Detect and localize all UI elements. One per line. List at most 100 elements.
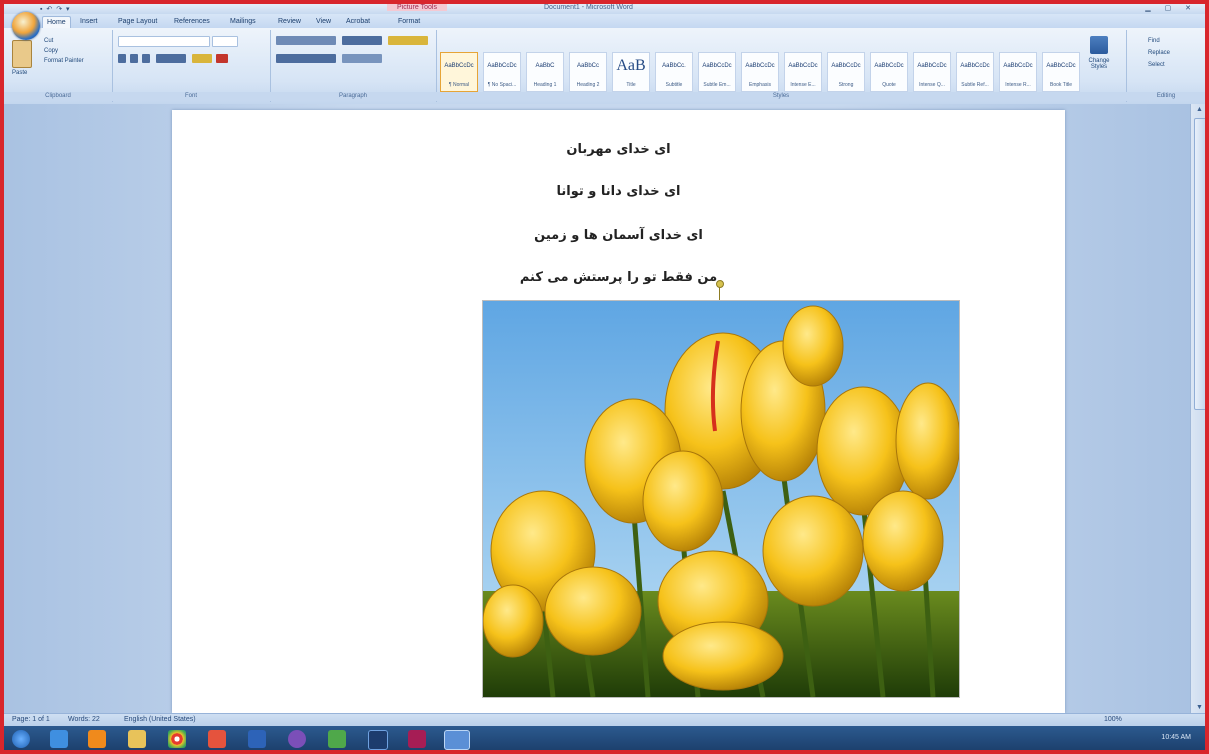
paste-label: Paste [12, 70, 28, 76]
format-painter-button[interactable]: Format Painter [44, 58, 84, 64]
scroll-thumb[interactable] [1194, 118, 1205, 410]
tulip-picture[interactable] [482, 300, 960, 698]
scroll-down-icon[interactable]: ▼ [1196, 704, 1203, 711]
editing-group-label: Editing [1126, 92, 1205, 101]
style-name: Subtle Ref... [961, 82, 989, 88]
taskbar-clock[interactable]: 10:45 AM [1161, 734, 1191, 741]
screenshot-frame: ▪ ↶ ↷ ▾ Picture Tools Document1 - Micros… [0, 0, 1209, 754]
style-sample: AaBbCcDc [487, 63, 517, 69]
highlight-icon[interactable] [192, 54, 212, 63]
language-indicator[interactable]: English (United States) [124, 716, 196, 723]
list-icons[interactable] [276, 36, 336, 45]
style-intense-q[interactable]: AaBbCcDc Intense Q... [913, 52, 951, 92]
viber-icon[interactable] [288, 730, 306, 748]
style-subtle-ref[interactable]: AaBbCcDc Subtle Ref... [956, 52, 994, 92]
tab-view[interactable]: View [312, 16, 335, 27]
chrome-icon[interactable] [168, 730, 186, 748]
style-name: Intense R... [1005, 82, 1031, 88]
italic-icon[interactable] [130, 54, 138, 63]
style-title[interactable]: AaB Title [612, 52, 650, 92]
title-bar: ▪ ↶ ↷ ▾ Picture Tools Document1 - Micros… [4, 4, 1205, 14]
page-count[interactable]: Page: 1 of 1 [12, 716, 50, 723]
word-icon[interactable] [248, 730, 266, 748]
document-page[interactable]: ای خدای مهربان ای خدای دانا و توانا ای خ… [172, 110, 1065, 713]
font-group-label: Font [112, 92, 270, 101]
style-sample: AaBbCcDc [702, 63, 732, 69]
font-name-combo[interactable] [118, 36, 210, 47]
replace-button[interactable]: Replace [1148, 50, 1170, 56]
text-effects-icons[interactable] [156, 54, 186, 63]
word-count[interactable]: Words: 22 [68, 716, 100, 723]
ie-icon[interactable] [50, 730, 68, 748]
cut-button[interactable]: Cut [44, 38, 53, 44]
indesign-icon[interactable] [408, 730, 426, 748]
style-sample: AaBbCcDc [917, 63, 947, 69]
scroll-up-icon[interactable]: ▲ [1196, 106, 1203, 113]
style-intense-e[interactable]: AaBbCcDc Intense E... [784, 52, 822, 92]
style-sample: AaBbCcDc [874, 63, 904, 69]
style-heading-2[interactable]: AaBbCc Heading 2 [569, 52, 607, 92]
underline-icon[interactable] [142, 54, 150, 63]
office-button-icon[interactable] [12, 12, 40, 40]
ribbon: Paste Cut Copy Format Painter Clipboard … [4, 28, 1205, 105]
style-subtitle[interactable]: AaBbCc. Subtitle [655, 52, 693, 92]
style-normal[interactable]: AaBbCcDc ¶ Normal [440, 52, 478, 92]
explorer-icon[interactable] [128, 730, 146, 748]
media-player-icon[interactable] [88, 730, 106, 748]
style-name: Quote [882, 82, 896, 88]
clipboard-group-label: Clipboard [4, 92, 112, 101]
style-subtle-em[interactable]: AaBbCcDc Subtle Em... [698, 52, 736, 92]
document-workspace: ای خدای مهربان ای خدای دانا و توانا ای خ… [4, 104, 1190, 713]
style-sample: AaBbCc [576, 63, 599, 69]
style-book-title[interactable]: AaBbCcDc Book Title [1042, 52, 1080, 92]
tab-page-layout[interactable]: Page Layout [114, 16, 161, 27]
photoshop-icon[interactable] [368, 730, 388, 750]
text-line-4[interactable]: من فقط تو را پرستش می کنم [172, 270, 1065, 285]
store-icon[interactable] [328, 730, 346, 748]
select-button[interactable]: Select [1148, 62, 1165, 68]
start-orb-icon[interactable] [12, 730, 30, 748]
change-styles-button[interactable]: Change Styles [1084, 36, 1114, 76]
tab-mailings[interactable]: Mailings [226, 16, 260, 27]
style-intense-r[interactable]: AaBbCcDc Intense R... [999, 52, 1037, 92]
style-heading-1[interactable]: AaBbC Heading 1 [526, 52, 564, 92]
status-bar: Page: 1 of 1 Words: 22 English (United S… [4, 713, 1205, 727]
style-strong[interactable]: AaBbCcDc Strong [827, 52, 865, 92]
style-quote[interactable]: AaBbCcDc Quote [870, 52, 908, 92]
ribbon-tabs: Home Insert Page Layout References Maili… [4, 14, 1205, 28]
shading-border-icons[interactable] [342, 54, 382, 63]
font-size-combo[interactable] [212, 36, 238, 47]
tab-review[interactable]: Review [274, 16, 305, 27]
style-emphasis[interactable]: AaBbCcDc Emphasis [741, 52, 779, 92]
text-line-3[interactable]: ای خدای آسمان ها و زمین [172, 228, 1065, 243]
indent-icons[interactable] [342, 36, 382, 45]
rotate-handle[interactable] [716, 280, 724, 288]
find-button[interactable]: Find [1148, 38, 1160, 44]
copy-button[interactable]: Copy [44, 48, 58, 54]
paste-icon[interactable] [12, 40, 32, 68]
quick-access-toolbar[interactable]: ▪ ↶ ↷ ▾ [40, 5, 71, 13]
bold-icon[interactable] [118, 54, 126, 63]
style-sample: AaBbC [535, 63, 555, 69]
paint-icon[interactable] [208, 730, 226, 748]
style-sample: AaBbCcDc [745, 63, 775, 69]
tab-references[interactable]: References [170, 16, 214, 27]
active-word-window-icon[interactable] [444, 730, 470, 750]
tab-acrobat[interactable]: Acrobat [342, 16, 374, 27]
tab-home[interactable]: Home [42, 16, 71, 28]
zoom-level[interactable]: 100% [1104, 716, 1122, 723]
text-line-2[interactable]: ای خدای دانا و توانا [172, 184, 1065, 199]
style-name: ¶ Normal [448, 82, 470, 88]
font-color-icon[interactable] [216, 54, 228, 63]
tab-format[interactable]: Format [394, 16, 424, 27]
tab-insert[interactable]: Insert [76, 16, 102, 27]
text-line-1[interactable]: ای خدای مهربان [172, 142, 1065, 157]
clipboard-group: Paste Cut Copy Format Painter Clipboard [4, 30, 113, 102]
style-no-spaci[interactable]: AaBbCcDc ¶ No Spaci... [483, 52, 521, 92]
alignment-icons[interactable] [276, 54, 336, 63]
paragraph-group: Paragraph [270, 30, 437, 102]
vertical-scrollbar[interactable]: ▲ ▼ [1190, 104, 1205, 713]
sort-pilcrow-icons[interactable] [388, 36, 428, 45]
picture-tools-context-tab: Picture Tools [387, 4, 447, 11]
window-controls[interactable]: ▁ ▢ ✕ [1145, 4, 1197, 12]
